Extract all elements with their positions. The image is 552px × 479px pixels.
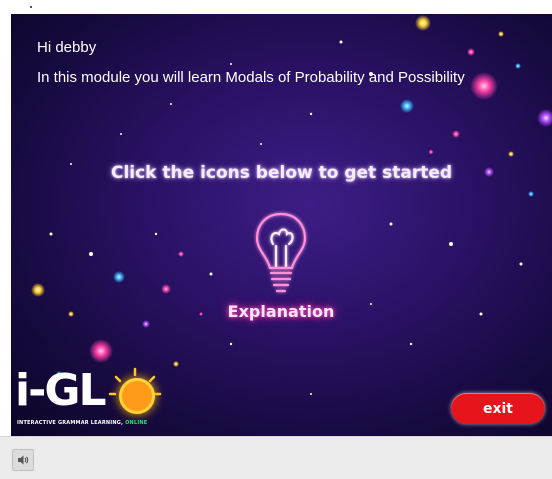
top-dot <box>30 6 32 8</box>
logo-tagline-online: ONLINE <box>125 420 148 426</box>
logo-wordmark: i-GL <box>15 365 106 416</box>
logo-o-bulb <box>119 378 155 414</box>
explanation-label: Explanation <box>227 302 335 321</box>
lightbulb-icon <box>255 212 307 293</box>
explanation-button[interactable]: Explanation <box>206 210 356 330</box>
audio-toggle-button[interactable] <box>12 449 34 471</box>
player-control-bar <box>0 436 552 479</box>
call-to-action-heading: Click the icons below to get started <box>110 163 453 183</box>
greeting-text: Hi debby <box>37 39 97 56</box>
i-glo-logo: i-GL INTERACTIVE GRAMMAR LEARNING, ONLIN… <box>15 366 165 434</box>
speaker-icon <box>18 455 29 465</box>
top-strip <box>0 0 552 14</box>
module-intro-text: In this module you will learn Modals of … <box>37 69 465 86</box>
logo-tagline: INTERACTIVE GRAMMAR LEARNING, ONLINE <box>17 420 147 426</box>
exit-button[interactable]: exit <box>451 393 545 424</box>
logo-tagline-main: INTERACTIVE GRAMMAR LEARNING, <box>17 420 124 426</box>
module-stage: Hi debby In this module you will learn M… <box>11 14 552 436</box>
